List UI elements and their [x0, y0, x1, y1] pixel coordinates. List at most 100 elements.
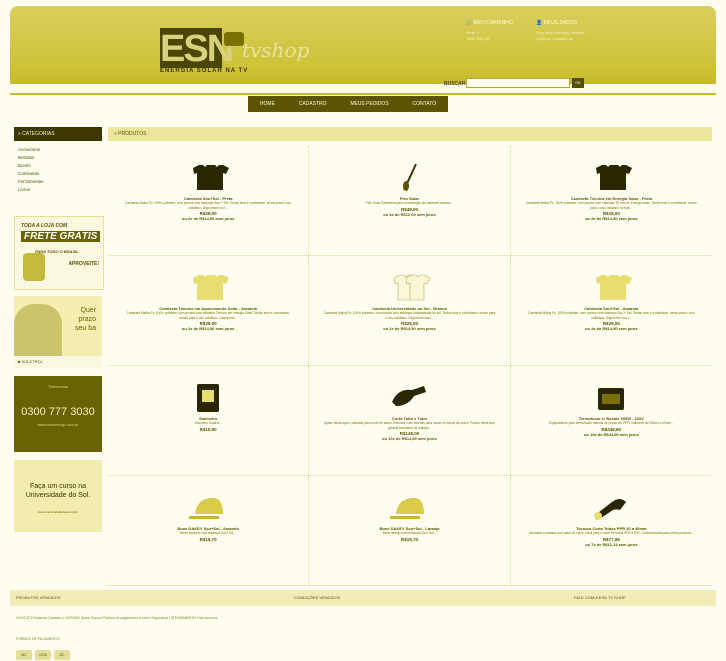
- product-image[interactable]: [384, 384, 434, 412]
- main-nav: HOME CADASTRO MEUS PEDIDOS CONTATO: [248, 96, 448, 112]
- product-price: R$15,70: [199, 536, 217, 542]
- product-image[interactable]: [384, 494, 434, 522]
- product-description: Ajuste telescópico, utilizado para corte…: [324, 421, 495, 430]
- nav-cadastro[interactable]: CADASTRO: [299, 101, 327, 107]
- product-card[interactable]: Boné DAKEY Sou+Sol - Laranja Boné laranja…: [309, 476, 511, 586]
- parcelamento-banner[interactable]: Quer prazo seu ba ■ SOLETROL: [14, 296, 102, 368]
- footer-bar: PRODUTOS VENDIDOS CONDIÇÕES VENDIDOS FAL…: [10, 590, 716, 606]
- cart-summary: Itens: 0 Total: R$0,00: [466, 30, 490, 42]
- page: { "header": { "logo_text": "ESN", "logo_…: [0, 0, 726, 661]
- product-installments: ou 2x de R$14,50 sem juros: [585, 326, 638, 331]
- search-button[interactable]: OK: [572, 78, 584, 88]
- product-description: Camiseta Malha Pv, 100% poliéster, com p…: [126, 311, 290, 320]
- product-image[interactable]: [183, 274, 233, 302]
- frete-gratis-banner[interactable]: TODA A LOJA COM FRETE GRÁTIS PARA TODO O…: [14, 216, 104, 290]
- categories-heading: » CATEGORIAS: [14, 127, 102, 141]
- products-heading: » PRODUTOS: [108, 127, 712, 141]
- product-installments: ou 2x de R$14,50 sem juros: [181, 216, 235, 221]
- login-link[interactable]: Login ou cadastre-se: [536, 36, 584, 42]
- search-button-label: OK: [575, 80, 581, 85]
- shopping-cart-illustration: [23, 253, 45, 281]
- product-installments: ou 2x de R$14,50 sem juros: [383, 326, 436, 331]
- product-card[interactable]: Camiseta Sou+Sol - Preta Camiseta Malha P…: [108, 146, 310, 256]
- product-card[interactable]: Camiseta Sou+Sol - Amarela Camiseta Malha…: [510, 256, 712, 366]
- product-installments: ou 7x de R$11,14 sem juros: [585, 541, 638, 547]
- logo[interactable]: ESN: [160, 28, 234, 71]
- category-livros[interactable]: Livros: [18, 186, 44, 194]
- category-ferramentas[interactable]: Ferramentas: [18, 178, 44, 186]
- product-grid: Camiseta Sou+Sol - Preta Camiseta Malha P…: [108, 146, 712, 586]
- logo-tv-icon: [224, 32, 244, 46]
- product-image[interactable]: [183, 164, 233, 192]
- category-list: Acessórios Bebidas Bonés Camisetas Ferra…: [18, 146, 44, 194]
- visa-icon: VISA: [35, 650, 51, 660]
- site-header: ESN tvshop ENERGIA SOLAR NA TV 🛒 MEU CAR…: [10, 6, 716, 88]
- televendas-label: Televendas: [47, 384, 69, 389]
- product-card[interactable]: Boné DAKEY Sou+Sol - Amarelo Boné Amarelo…: [108, 476, 310, 586]
- cart-label: MEU CARRINHO: [473, 20, 513, 26]
- product-description: Camiseta Malha Pv, 100% poliéster, com p…: [124, 201, 292, 210]
- footer-link-row[interactable]: CONTATO Estamos Cadastro | NOSSAS Quem S…: [16, 616, 218, 621]
- category-acessorios[interactable]: Acessórios: [18, 146, 44, 154]
- account-link[interactable]: 👤 MEUS DADOS: [536, 20, 577, 26]
- product-installments: ou 2x de R$14,50 sem juros: [585, 216, 638, 221]
- product-description: Flex Solar Sabedoria para a instalação d…: [365, 201, 453, 205]
- product-price: R$15,90: [199, 426, 217, 432]
- product-description: Boné laranja com estampa Sou+Sol...: [382, 531, 437, 535]
- logo-shop-text[interactable]: tvshop: [242, 38, 309, 62]
- curso-banner[interactable]: Faça um curso na Universidade do Sol. ww…: [14, 460, 102, 532]
- footer-col3: FALE COM A ESN TV SHOP: [574, 595, 626, 600]
- product-card[interactable]: Flex Solar Flex Solar Sabedoria para a in…: [309, 146, 511, 256]
- footer-col1: PRODUTOS VENDIDOS: [16, 595, 61, 600]
- product-description: Solímetro Solarís...: [194, 421, 222, 425]
- payment-label: FORMAS DE PAGAMENTO: [16, 637, 60, 641]
- product-description: Camiseta Malha Pv, 100% poliéster, com p…: [525, 201, 697, 210]
- televendas-banner[interactable]: Televendas 0300 777 3030 www.esntvshop.c…: [14, 376, 102, 452]
- product-card[interactable]: Camiseta Universidade do Sol - Branca Cam…: [309, 256, 511, 366]
- category-bebidas[interactable]: Bebidas: [18, 154, 44, 162]
- mastercard-icon: MC: [16, 650, 32, 660]
- quer-text: Quer prazo seu ba: [74, 307, 96, 332]
- soletrol-logo-bar: ■ SOLETROL: [14, 356, 102, 368]
- cart-link[interactable]: 🛒 MEU CARRINHO: [466, 20, 513, 26]
- product-image[interactable]: [183, 494, 233, 522]
- product-image[interactable]: [384, 274, 434, 302]
- product-image[interactable]: [586, 384, 636, 412]
- footer-col2: CONDIÇÕES VENDIDOS: [294, 595, 341, 600]
- product-installments: ou 10x de R$14,80 sem juros: [382, 436, 437, 441]
- diners-icon: DC: [54, 650, 70, 660]
- category-bones[interactable]: Bonés: [18, 162, 44, 170]
- woman-photo: [14, 304, 62, 358]
- account-summary: Seja bem-vindo(a) visitante Login ou cad…: [536, 30, 584, 42]
- product-description: Camiseta Malha Pv, 100% poliéster, com p…: [528, 311, 695, 320]
- product-card[interactable]: Camiseta Técnica em Energia Solar - Pret…: [510, 146, 712, 256]
- header-divider: [10, 93, 716, 95]
- search-label: BUSCAR: [444, 81, 466, 87]
- frete-line1: TODA A LOJA COM: [21, 223, 68, 229]
- product-image[interactable]: [384, 163, 434, 192]
- product-image[interactable]: [586, 274, 636, 302]
- category-camisetas[interactable]: Camisetas: [18, 170, 44, 178]
- product-description: Camiseta Malha Pv, 100% poliéster, com p…: [323, 311, 496, 320]
- cart-total: Total: R$0,00: [466, 36, 490, 41]
- frete-cta: APROVEITE!: [68, 261, 99, 267]
- product-description: Acionada a catraca com cabo de nylon, id…: [528, 531, 694, 535]
- product-card[interactable]: Solímetro Solímetro Solarís... R$15,90: [108, 366, 310, 476]
- frete-line2: FRETE GRÁTIS: [21, 231, 101, 242]
- product-card[interactable]: Camiseta Técnico em Aquecimento Solar - …: [108, 256, 310, 366]
- phone-number: 0300 777 3030: [21, 406, 95, 418]
- nav-contato[interactable]: CONTATO: [412, 101, 436, 107]
- product-installments: ou 2x de R$14,50 sem juros: [181, 326, 235, 331]
- product-image[interactable]: [586, 164, 636, 192]
- product-image[interactable]: [183, 384, 233, 412]
- phone-site: www.esntvshop.com.br: [37, 422, 79, 427]
- product-card[interactable]: Termofusor c/ Bocais 900W - 220V Equipame…: [510, 366, 712, 476]
- nav-home[interactable]: HOME: [260, 101, 275, 107]
- product-image[interactable]: [586, 494, 636, 522]
- search-input[interactable]: [466, 78, 570, 88]
- product-installments: ou 4x de R$12,00 sem juros: [383, 211, 436, 217]
- product-card[interactable]: Tesoura Corta Tubos PPR 20 a 40mm Acionad…: [510, 476, 712, 586]
- logo-tagline: ENERGIA SOLAR NA TV: [160, 68, 249, 74]
- nav-meus-pedidos[interactable]: MEUS PEDIDOS: [350, 101, 388, 107]
- product-card[interactable]: Corta Tubo e Tubo Ajuste telescópico, uti…: [309, 366, 511, 476]
